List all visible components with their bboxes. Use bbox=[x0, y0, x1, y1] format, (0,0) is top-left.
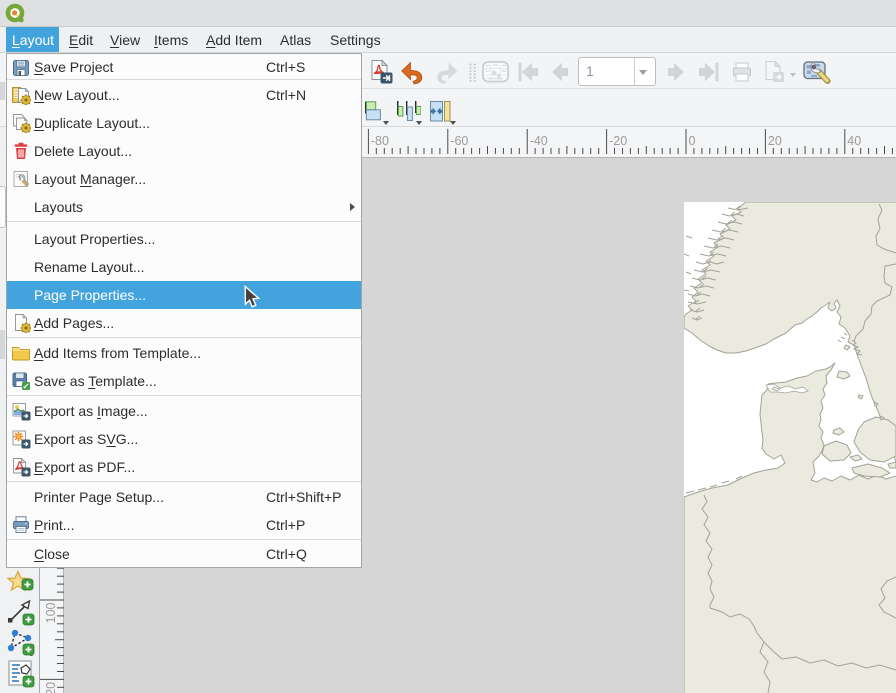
svg-text:120: 120 bbox=[44, 682, 58, 693]
svg-text:-80: -80 bbox=[371, 134, 389, 148]
svg-text:-20: -20 bbox=[609, 134, 627, 148]
svg-text:-40: -40 bbox=[530, 134, 548, 148]
svg-text:0: 0 bbox=[689, 134, 696, 148]
svg-text:-60: -60 bbox=[450, 134, 468, 148]
svg-text:100: 100 bbox=[44, 602, 58, 623]
svg-text:40: 40 bbox=[847, 134, 861, 148]
svg-text:20: 20 bbox=[768, 134, 782, 148]
